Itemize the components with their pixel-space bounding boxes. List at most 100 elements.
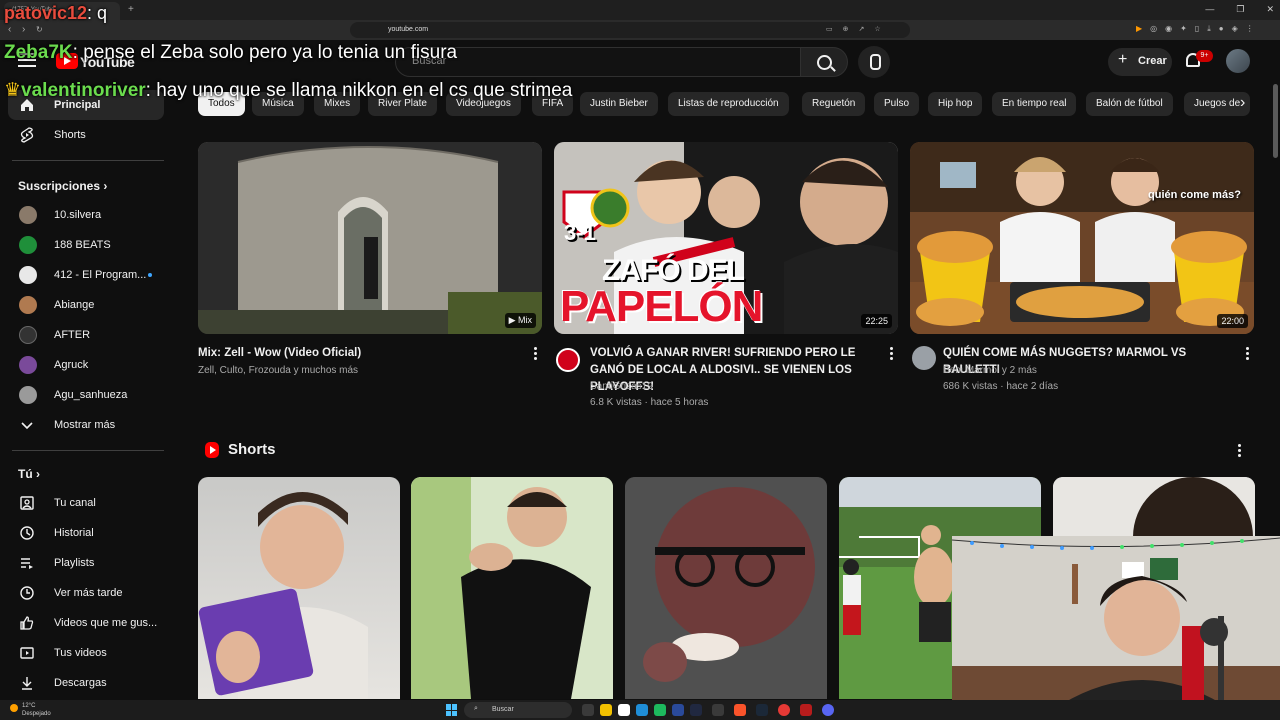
sidebar-item-sub[interactable]: Abiange (8, 290, 164, 320)
sidebar-item-sub[interactable]: Agu_sanhueza (8, 380, 164, 410)
sidebar-item-label: Descargas (54, 677, 107, 689)
sidebar-item-shorts[interactable]: Shorts (8, 120, 164, 150)
video-channel[interactable]: Zell, Culto, Frozouda y muchos más (198, 363, 358, 379)
sidebar-item-your-channel[interactable]: Tu canal (8, 488, 164, 518)
zoom-icon[interactable]: ⊕ (843, 25, 849, 33)
channel-icon (20, 496, 34, 510)
sidebar-item-playlists[interactable]: Playlists (8, 548, 164, 578)
more-options-icon[interactable] (890, 347, 893, 360)
steam-icon[interactable] (756, 704, 768, 716)
sidebar-item-liked[interactable]: Videos que me gus... (8, 608, 164, 638)
more-options-icon[interactable] (1246, 347, 1249, 360)
sidebar-item-show-more[interactable]: Mostrar más (8, 410, 164, 440)
channel-avatar[interactable] (556, 348, 580, 372)
microphone-icon[interactable] (858, 46, 890, 78)
shorts-icon (20, 127, 34, 143)
extension-icon[interactable]: ◉ (1165, 24, 1172, 34)
chat-username: valentinoriver (21, 80, 146, 101)
video-thumbnail[interactable]: quién come más? 22:00 (910, 142, 1254, 334)
app-icon[interactable] (654, 704, 666, 716)
more-options-icon[interactable] (1238, 444, 1241, 457)
brave-icon[interactable] (734, 704, 746, 716)
channel-avatar[interactable] (912, 346, 936, 370)
browser-menu-icon[interactable]: ⋮ (1246, 24, 1254, 34)
extension-icon[interactable]: ◎ (1150, 24, 1157, 34)
edge-icon[interactable] (636, 704, 648, 716)
account-avatar[interactable] (1226, 49, 1250, 73)
playlists-icon (21, 558, 33, 569)
chat-username: patovic12 (4, 3, 88, 23)
sidebar-item-sub[interactable]: 10.silvera (8, 200, 164, 230)
notification-badge: 9+ (1196, 50, 1213, 62)
sidebar-item-history[interactable]: Historial (8, 518, 164, 548)
sidebar-item-label: Playlists (54, 557, 95, 569)
chevron-right-icon[interactable]: › (1240, 94, 1245, 112)
video-stats: 686 K vistas · hace 2 días (943, 381, 1059, 392)
sidepanel-icon[interactable]: ▯ (1195, 24, 1199, 34)
short-thumbnail[interactable] (625, 477, 827, 699)
video-channel[interactable]: Beni Marmol y 2 más (943, 363, 1037, 379)
profile-icon[interactable]: ● (1219, 24, 1224, 34)
video-thumbnail[interactable]: 3-1 ZAFÓ DEL PAPELÓN 22:25 (554, 142, 898, 334)
sidebar-item-label: 10.silvera (54, 209, 102, 221)
thumb-headline: PAPELÓN (560, 282, 763, 331)
back-icon[interactable]: ‹ (8, 24, 11, 35)
sidebar-item-sub[interactable]: 188 BEATS (8, 230, 164, 260)
forward-icon[interactable]: › (22, 24, 25, 35)
file-explorer-icon[interactable] (600, 704, 612, 716)
weather-widget[interactable]: 12°C Despejado (10, 702, 51, 718)
maximize-button[interactable]: ❐ (1236, 4, 1244, 15)
chrome-icon[interactable] (778, 704, 790, 716)
video-stats: 6.8 K vistas · hace 5 horas (590, 397, 709, 408)
app-icon[interactable] (712, 704, 724, 716)
chip[interactable]: En tiempo real (992, 92, 1077, 116)
video-title[interactable]: Mix: Zell - Wow (Video Oficial) (198, 345, 518, 362)
page-scrollbar[interactable] (1273, 84, 1278, 158)
discord-icon[interactable] (822, 704, 834, 716)
chat-text: : pense el Zeba solo pero ya lo tenia un… (72, 42, 458, 63)
share-icon[interactable]: ↗ (859, 25, 865, 33)
chip[interactable]: Balón de fútbol (1086, 92, 1173, 116)
install-icon[interactable]: ▭ (826, 25, 833, 33)
chip[interactable]: Hip hop (928, 92, 983, 116)
video-thumbnail[interactable]: ▶︎ Mix (198, 142, 542, 334)
subscriptions-header[interactable]: Suscripciones › (18, 179, 107, 193)
shield-icon[interactable]: ◈ (1232, 24, 1238, 34)
downloads-icon[interactable]: ⤓ (1207, 24, 1211, 34)
sidebar-item-watch-later[interactable]: Ver más tarde (8, 578, 164, 608)
chip[interactable]: Pulso (874, 92, 920, 116)
video-channel[interactable]: SantiGrizas19 (590, 379, 653, 395)
task-view-icon[interactable] (582, 704, 594, 716)
extensions-puzzle-icon[interactable]: ✦ (1180, 24, 1187, 34)
more-options-icon[interactable] (534, 347, 537, 360)
sidebar-item-sub[interactable]: Agruck (8, 350, 164, 380)
extension-play-icon[interactable]: ▶ (1136, 24, 1142, 34)
chevron-down-icon (21, 422, 33, 430)
new-tab-button[interactable]: + (128, 4, 134, 15)
chip[interactable]: Reguetón (802, 92, 866, 116)
thumb-caption: quién come más? (1148, 189, 1241, 201)
app-icon[interactable] (800, 704, 812, 716)
close-window-button[interactable]: ✕ (1266, 4, 1274, 15)
reload-icon[interactable]: ↻ (36, 25, 43, 34)
short-thumbnail[interactable] (198, 477, 400, 699)
sidebar-item-downloads[interactable]: Descargas (8, 668, 164, 698)
minimize-button[interactable]: — (1205, 4, 1214, 15)
chip[interactable]: Listas de reproducción (668, 92, 789, 116)
app-icon[interactable] (672, 704, 684, 716)
window-controls: — ❐ ✕ (1205, 4, 1274, 15)
bookmark-icon[interactable]: ☆ (874, 25, 880, 33)
sidebar-item-your-videos[interactable]: Tus videos (8, 638, 164, 668)
chip[interactable]: Justin Bieber (580, 92, 658, 116)
sidebar-item-sub[interactable]: AFTER (8, 320, 164, 350)
create-button[interactable]: + Crear (1108, 48, 1172, 76)
sidebar-item-sub[interactable]: 412 - El Program... (8, 260, 164, 290)
taskbar-search[interactable]: ⌕ Buscar (464, 702, 572, 718)
fifa-icon[interactable] (690, 704, 702, 716)
search-icon[interactable] (800, 47, 848, 77)
windows-start-icon[interactable] (446, 704, 458, 716)
short-thumbnail[interactable] (411, 477, 613, 699)
you-header[interactable]: Tú › (18, 467, 40, 481)
notes-icon[interactable] (618, 704, 630, 716)
weather-temp: 12°C (22, 703, 36, 709)
